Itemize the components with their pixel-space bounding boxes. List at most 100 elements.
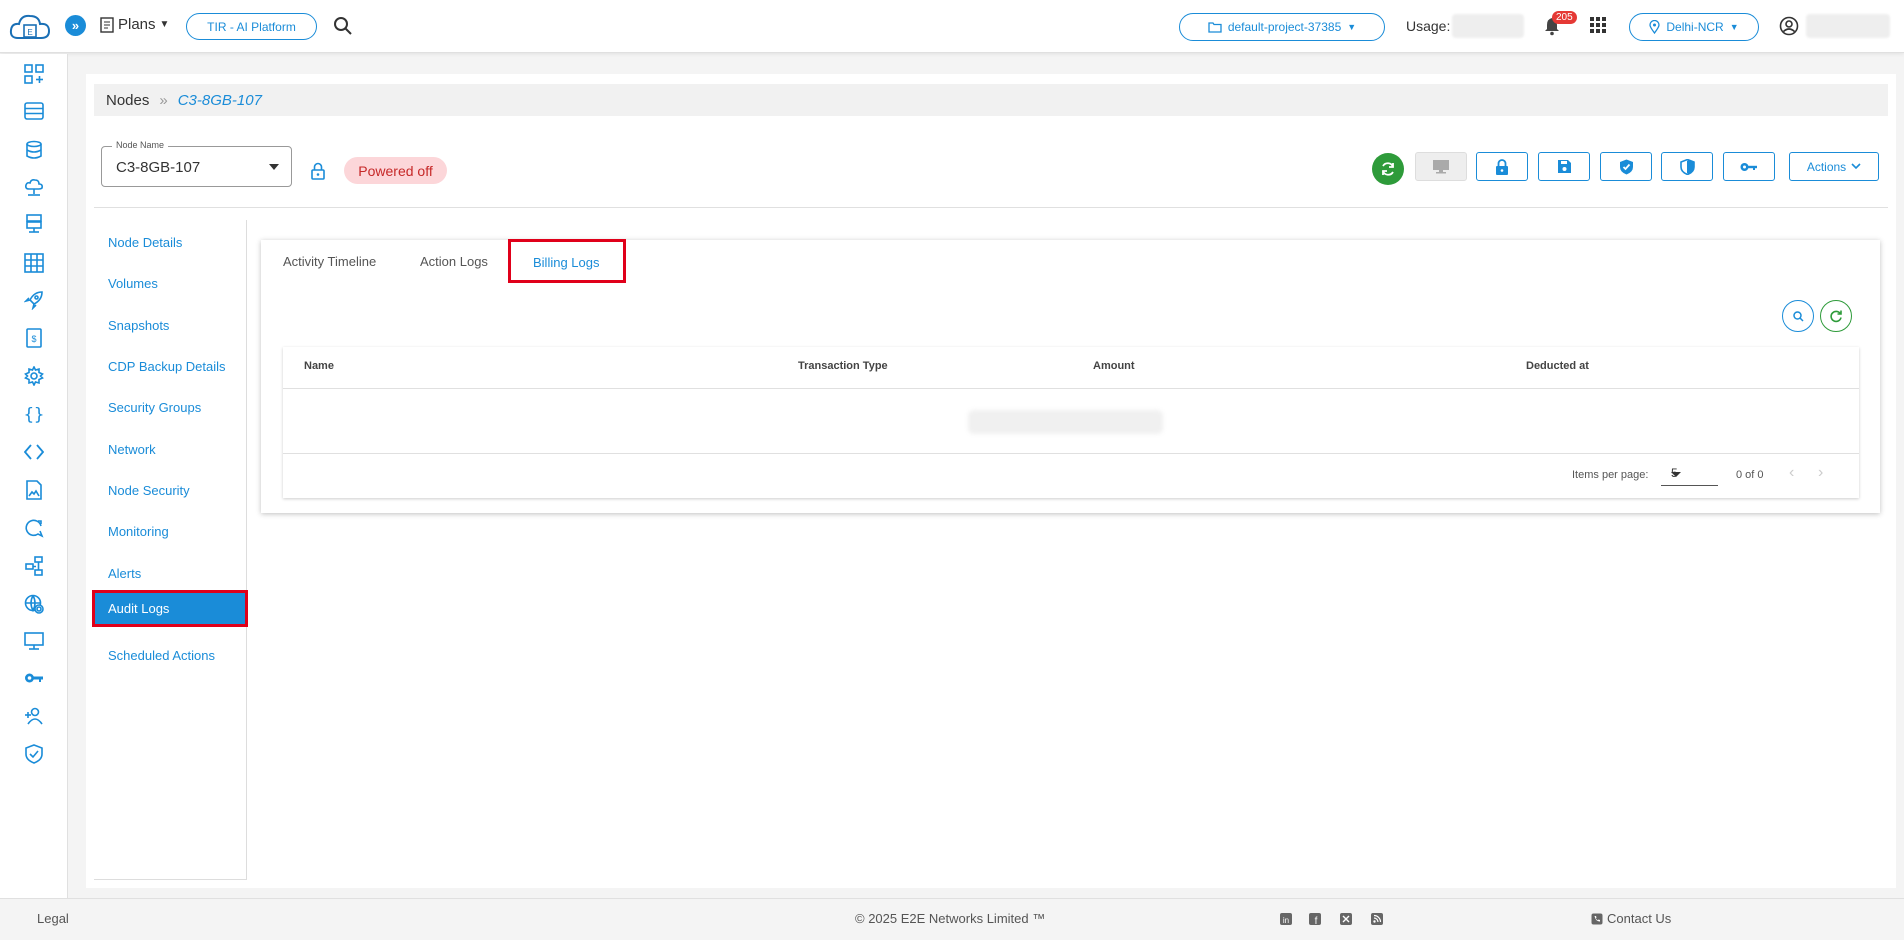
x-twitter-icon[interactable] — [1339, 912, 1353, 926]
phone-icon — [1591, 913, 1603, 924]
usage-label: Usage: — [1406, 18, 1451, 34]
breadcrumb: Nodes » C3-8GB-107 — [94, 84, 1888, 116]
e2e-logo-icon[interactable]: E — [8, 10, 52, 46]
lock-icon[interactable] — [310, 162, 326, 180]
console-button[interactable] — [1415, 152, 1467, 181]
tab-action-logs[interactable]: Action Logs — [420, 254, 488, 269]
key-icon[interactable] — [24, 668, 44, 688]
billing-icon[interactable]: $ — [24, 328, 44, 348]
key-icon — [1740, 162, 1757, 171]
dashboard-icon[interactable] — [24, 64, 44, 84]
image-file-icon[interactable] — [24, 480, 44, 500]
node-name-select[interactable]: Node Name C3-8GB-107 — [101, 140, 292, 187]
code-icon[interactable] — [24, 442, 44, 462]
node-name-label: Node Name — [112, 140, 169, 150]
search-icon[interactable] — [333, 16, 353, 36]
sidemenu-item-network[interactable]: Network — [94, 433, 246, 466]
refresh-logs-button[interactable] — [1820, 300, 1852, 332]
security-button[interactable] — [1600, 152, 1652, 181]
rss-icon[interactable] — [1370, 912, 1384, 926]
notification-badge: 205 — [1552, 11, 1577, 24]
refresh-icon — [1830, 310, 1842, 323]
lock-node-button[interactable] — [1476, 152, 1528, 181]
caret-down-icon: ▼ — [1347, 22, 1357, 32]
plans-menu[interactable]: Plans ▼ — [100, 16, 169, 33]
tir-platform-button[interactable]: TIR - AI Platform — [186, 13, 317, 40]
region-selector[interactable]: Delhi-NCR ▼ — [1629, 13, 1759, 41]
power-on-button[interactable] — [1372, 153, 1404, 185]
caret-down-icon: ▼ — [159, 19, 170, 30]
sidemenu-item-scheduled-actions[interactable]: Scheduled Actions — [94, 639, 246, 672]
status-badge: Powered off — [344, 157, 447, 184]
rocket-icon[interactable] — [24, 290, 44, 310]
monitor-icon — [1433, 160, 1449, 174]
linkedin-icon[interactable]: in — [1279, 912, 1293, 926]
sidemenu-item-snapshots[interactable]: Snapshots — [94, 309, 246, 342]
items-per-page-label: Items per page: — [1572, 469, 1649, 481]
caret-down-icon — [1671, 472, 1681, 477]
monitor-icon[interactable] — [24, 631, 44, 651]
sidemenu-item-node-details[interactable]: Node Details — [94, 226, 246, 259]
search-logs-button[interactable] — [1782, 300, 1814, 332]
billing-logs-table: Name Transaction Type Amount Deducted at… — [283, 347, 1859, 498]
node-side-menu: Node Details Volumes Snapshots CDP Backu… — [92, 220, 248, 880]
table-grid-icon[interactable] — [24, 253, 44, 273]
save-icon — [1557, 160, 1571, 173]
half-shield-icon — [1679, 158, 1695, 175]
svg-text:E: E — [27, 28, 32, 37]
ssh-key-button[interactable] — [1723, 152, 1775, 181]
svg-text:{}: {} — [24, 405, 44, 424]
curly-braces-icon[interactable]: {} — [24, 404, 44, 424]
lock-icon — [1496, 158, 1508, 175]
footer-divider — [283, 453, 1859, 454]
node-name-value: C3-8GB-107 — [116, 159, 201, 176]
breadcrumb-separator: » — [159, 91, 168, 109]
gear-icon[interactable] — [24, 366, 44, 386]
legal-link[interactable]: Legal — [37, 911, 69, 926]
database-icon[interactable] — [24, 140, 44, 160]
cloud-network-icon[interactable] — [24, 178, 44, 198]
plans-label: Plans — [118, 16, 156, 33]
location-pin-icon — [1649, 20, 1661, 34]
top-bar: E » Plans ▼ TIR - AI Platform default-pr… — [0, 0, 1904, 53]
column-header-amount[interactable]: Amount — [1093, 360, 1135, 372]
add-user-icon[interactable] — [24, 706, 44, 726]
sidemenu-item-security-groups[interactable]: Security Groups — [94, 391, 246, 424]
chat-refresh-icon[interactable] — [24, 518, 44, 538]
server-list-icon[interactable] — [24, 101, 44, 121]
network-nodes-icon[interactable] — [24, 556, 44, 576]
column-header-transaction-type[interactable]: Transaction Type — [798, 360, 888, 372]
facebook-icon[interactable]: f — [1308, 912, 1322, 926]
shield-check-icon[interactable] — [24, 744, 44, 764]
save-image-button[interactable] — [1538, 152, 1590, 181]
items-per-page-select[interactable]: 5 — [1661, 464, 1718, 486]
sidemenu-item-alerts[interactable]: Alerts — [94, 557, 246, 590]
next-page-icon[interactable]: › — [1818, 464, 1823, 482]
sidemenu-item-monitoring[interactable]: Monitoring — [94, 515, 246, 548]
cdn-globe-icon[interactable] — [24, 594, 44, 614]
sidemenu-item-volumes[interactable]: Volumes — [94, 267, 246, 300]
sidemenu-item-audit-logs[interactable]: Audit Logs — [92, 590, 248, 627]
svg-text:f: f — [1315, 916, 1318, 926]
breadcrumb-nodes-link[interactable]: Nodes — [106, 92, 149, 109]
project-selector[interactable]: default-project-37385 ▼ — [1179, 13, 1385, 41]
expand-sidebar-button[interactable]: » — [65, 15, 86, 36]
server-stack-icon[interactable] — [24, 214, 44, 234]
column-header-deducted-at[interactable]: Deducted at — [1526, 360, 1589, 372]
column-header-name[interactable]: Name — [304, 360, 334, 372]
caret-down-icon: ▼ — [1729, 22, 1739, 32]
sidemenu-item-cdp-backup[interactable]: CDP Backup Details — [94, 350, 246, 383]
document-icon — [100, 16, 114, 33]
firewall-button[interactable] — [1661, 152, 1713, 181]
sidemenu-item-node-security[interactable]: Node Security — [94, 474, 246, 507]
actions-label: Actions — [1806, 159, 1847, 174]
breadcrumb-current: C3-8GB-107 — [177, 91, 262, 109]
contact-us-link[interactable]: Contact Us — [1591, 911, 1671, 926]
apps-grid-icon[interactable] — [1590, 17, 1606, 33]
previous-page-icon[interactable]: ‹ — [1789, 464, 1794, 482]
user-account-icon[interactable] — [1779, 16, 1799, 36]
search-icon — [1792, 310, 1804, 322]
chevron-down-icon — [1851, 163, 1861, 170]
tab-activity-timeline[interactable]: Activity Timeline — [283, 254, 376, 269]
actions-dropdown-button[interactable]: Actions — [1789, 152, 1879, 181]
